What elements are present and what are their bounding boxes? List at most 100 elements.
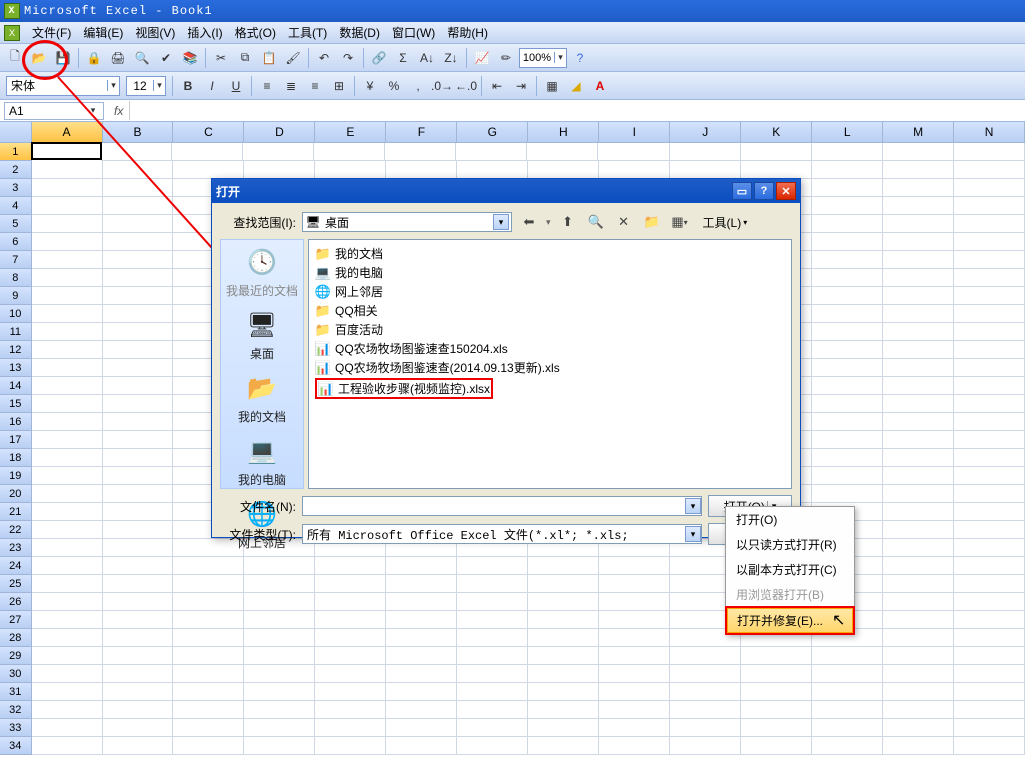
row-header[interactable]: 6 — [0, 233, 32, 251]
paste-button[interactable]: 📋 — [258, 47, 280, 69]
cell[interactable] — [599, 737, 670, 755]
col-header-F[interactable]: F — [386, 122, 457, 142]
help-button[interactable]: ? — [569, 47, 591, 69]
cell[interactable] — [173, 557, 244, 575]
filename-combo[interactable]: ▾ — [302, 496, 702, 516]
menu-edit[interactable]: 编辑(E) — [77, 22, 129, 43]
cell[interactable] — [528, 161, 599, 179]
cell[interactable] — [32, 611, 103, 629]
cell[interactable] — [103, 683, 174, 701]
cell[interactable] — [599, 557, 670, 575]
cell[interactable] — [103, 215, 174, 233]
cell[interactable] — [103, 395, 174, 413]
cell[interactable] — [741, 143, 812, 161]
cell[interactable] — [32, 737, 103, 755]
cell[interactable] — [599, 683, 670, 701]
spell-button[interactable]: ✔ — [155, 47, 177, 69]
inc-decimal-button[interactable]: .0→ — [431, 75, 453, 97]
cell[interactable] — [32, 521, 103, 539]
cell[interactable] — [173, 647, 244, 665]
underline-button[interactable]: U — [225, 75, 247, 97]
cell[interactable] — [32, 539, 103, 557]
cell[interactable] — [315, 161, 386, 179]
format-painter-button[interactable]: 🖌 — [282, 47, 304, 69]
cell[interactable] — [315, 701, 386, 719]
cell[interactable] — [741, 665, 812, 683]
cell[interactable] — [103, 251, 174, 269]
cell[interactable] — [812, 323, 883, 341]
cell[interactable] — [103, 701, 174, 719]
cell[interactable] — [883, 467, 954, 485]
cell[interactable] — [315, 719, 386, 737]
cell[interactable] — [599, 719, 670, 737]
cell[interactable] — [883, 269, 954, 287]
cell[interactable] — [315, 629, 386, 647]
cell[interactable] — [386, 719, 457, 737]
zoom-combo[interactable]: ▾ — [519, 48, 567, 68]
place-item[interactable]: 📂我的文档 — [224, 370, 300, 425]
cell[interactable] — [528, 557, 599, 575]
cell[interactable] — [954, 449, 1025, 467]
row-header[interactable]: 12 — [0, 341, 32, 359]
cell[interactable] — [812, 359, 883, 377]
cell[interactable] — [954, 197, 1025, 215]
save-button[interactable]: 💾 — [52, 47, 74, 69]
cell[interactable] — [812, 449, 883, 467]
cell[interactable] — [599, 161, 670, 179]
fx-icon[interactable]: fx — [108, 104, 129, 118]
cell[interactable] — [103, 665, 174, 683]
cell[interactable] — [103, 575, 174, 593]
file-list[interactable]: 📁我的文档💻我的电脑🌐网上邻居📁QQ相关📁百度活动📊QQ农场牧场图鉴速查1502… — [308, 239, 792, 489]
search-button[interactable]: 🔍 — [585, 211, 607, 233]
cell[interactable] — [812, 305, 883, 323]
up-button[interactable]: ⬆ — [557, 211, 579, 233]
cell[interactable] — [32, 503, 103, 521]
menu-file[interactable]: 文件(F) — [26, 22, 77, 43]
row-header[interactable]: 25 — [0, 575, 32, 593]
cell[interactable] — [32, 575, 103, 593]
menu-format[interactable]: 格式(O) — [229, 22, 282, 43]
new-button[interactable]: 🗋 — [4, 47, 26, 69]
cell[interactable] — [954, 737, 1025, 755]
cell[interactable] — [883, 485, 954, 503]
cell[interactable] — [812, 737, 883, 755]
col-header-B[interactable]: B — [103, 122, 174, 142]
cell[interactable] — [954, 377, 1025, 395]
cell[interactable] — [244, 161, 315, 179]
cell[interactable] — [954, 683, 1025, 701]
cell[interactable] — [457, 611, 528, 629]
menu-window[interactable]: 窗口(W) — [386, 22, 441, 43]
delete-button[interactable]: ✕ — [613, 211, 635, 233]
cell[interactable] — [812, 269, 883, 287]
cell[interactable] — [812, 395, 883, 413]
cell[interactable] — [32, 287, 103, 305]
cell[interactable] — [457, 701, 528, 719]
row-header[interactable]: 34 — [0, 737, 32, 755]
cell[interactable] — [670, 683, 741, 701]
cell[interactable] — [741, 701, 812, 719]
cell[interactable] — [599, 629, 670, 647]
row-header[interactable]: 31 — [0, 683, 32, 701]
cell[interactable] — [103, 485, 174, 503]
cell[interactable] — [173, 611, 244, 629]
cell[interactable] — [883, 629, 954, 647]
cell[interactable] — [954, 341, 1025, 359]
font-color-button[interactable]: A — [589, 75, 611, 97]
cell[interactable] — [315, 647, 386, 665]
sort-desc-button[interactable]: Z↓ — [440, 47, 462, 69]
zoom-dropdown-icon[interactable]: ▾ — [554, 52, 566, 63]
align-left-button[interactable]: ≡ — [256, 75, 278, 97]
menu-view[interactable]: 视图(V) — [129, 22, 181, 43]
cell[interactable] — [812, 341, 883, 359]
font-size-dropdown-icon[interactable]: ▾ — [153, 80, 165, 91]
row-header[interactable]: 24 — [0, 557, 32, 575]
cell[interactable] — [883, 179, 954, 197]
cell[interactable] — [599, 665, 670, 683]
cell[interactable] — [103, 305, 174, 323]
cell[interactable] — [599, 611, 670, 629]
row-header[interactable]: 30 — [0, 665, 32, 683]
cell[interactable] — [243, 143, 314, 161]
cell[interactable] — [883, 593, 954, 611]
cell[interactable] — [599, 647, 670, 665]
col-header-C[interactable]: C — [173, 122, 244, 142]
